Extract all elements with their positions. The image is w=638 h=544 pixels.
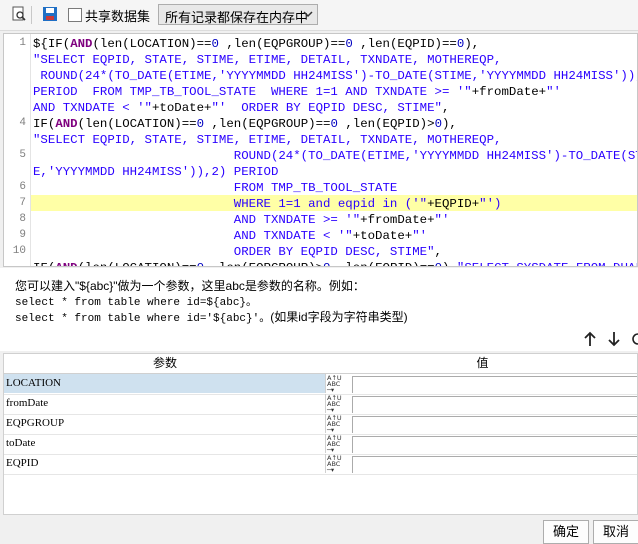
preview-icon[interactable] bbox=[11, 6, 27, 22]
table-row[interactable]: EQPGROUP A↑U ABC ─▾ bbox=[4, 414, 637, 435]
sql-editor[interactable]: 1 4 5 6 7 8 9 10 ${IF(AND(len(LOCATION)=… bbox=[3, 33, 638, 267]
table-row[interactable]: fromDate A↑U ABC ─▾ bbox=[4, 394, 637, 415]
code-line: ROUND(24*(TO_DATE(ETIME,'YYYYMMDD HH24MI… bbox=[33, 149, 638, 163]
hint-example-2: select * from table where id='${abc}'。(如… bbox=[15, 308, 408, 325]
hint-example-1: select * from table where id=${abc}。 bbox=[15, 297, 258, 309]
cancel-button[interactable]: 取消 bbox=[593, 520, 638, 544]
share-dataset-label: 共享数据集 bbox=[85, 9, 151, 24]
code-line: ROUND(24*(TO_DATE(ETIME,'YYYYMMDD HH24MI… bbox=[33, 69, 638, 83]
share-dataset-checkbox[interactable] bbox=[68, 8, 82, 22]
code-line: AND TXNDATE >= '"+fromDate+"' bbox=[33, 213, 450, 227]
line-number: 10 bbox=[12, 245, 26, 257]
line-number: 6 bbox=[19, 181, 26, 193]
code-line: "SELECT EQPID, STATE, STIME, ETIME, DETA… bbox=[33, 53, 502, 67]
save-icon[interactable] bbox=[42, 6, 58, 22]
abc-type-icon[interactable]: A↑U ABC ─▾ bbox=[327, 415, 347, 434]
code-line: AND TXNDATE < '"+toDate+"' ORDER BY EQPI… bbox=[33, 101, 450, 115]
param-name: EQPID bbox=[4, 454, 326, 473]
param-name: fromDate bbox=[4, 394, 326, 413]
code-line: WHERE 1=1 and eqpid in ('"+EQPID+"') bbox=[33, 197, 502, 211]
parameter-table: 参数 值 LOCATION A↑U ABC ─▾ fromDate A↑U ABC ─▾… bbox=[3, 353, 638, 515]
line-number: 1 bbox=[19, 37, 26, 49]
chevron-down-icon bbox=[303, 11, 313, 18]
code-line: ${IF(AND(len(LOCATION)==0 ,len(EQPGROUP)… bbox=[33, 37, 480, 51]
code-line: FROM TMP_TB_TOOL_STATE bbox=[33, 181, 398, 195]
table-row[interactable]: toDate A↑U ABC ─▾ bbox=[4, 434, 637, 455]
ok-button[interactable]: 确定 bbox=[543, 520, 589, 544]
table-row[interactable]: LOCATION A↑U ABC ─▾ bbox=[4, 374, 637, 395]
refresh-icon[interactable] bbox=[630, 331, 638, 347]
column-header-parameter[interactable]: 参数 bbox=[4, 354, 327, 374]
table-row[interactable]: EQPID A↑U ABC ─▾ bbox=[4, 454, 637, 475]
toolbar: 共享数据集 所有记录都保存在内存中 bbox=[0, 0, 638, 31]
line-number: 4 bbox=[19, 117, 26, 129]
line-number: 8 bbox=[19, 213, 26, 225]
toolbar-separator bbox=[31, 6, 32, 24]
abc-type-icon[interactable]: A↑U ABC ─▾ bbox=[327, 375, 347, 394]
code-line: "SELECT EQPID, STATE, STIME, ETIME, DETA… bbox=[33, 133, 502, 147]
param-name: EQPGROUP bbox=[4, 414, 326, 433]
hint-example-2-note: (如果id字段为字符串类型) bbox=[270, 310, 408, 324]
abc-type-icon[interactable]: A↑U ABC ─▾ bbox=[327, 395, 347, 414]
param-name: LOCATION bbox=[4, 374, 326, 393]
line-number: 7 bbox=[19, 197, 26, 209]
line-number: 5 bbox=[19, 149, 26, 161]
parameter-hint-panel: 您可以建入"${abc}"做为一个参数，这里abc是参数的名称。例如： sele… bbox=[0, 268, 638, 351]
param-value-input[interactable] bbox=[352, 376, 637, 393]
column-header-value[interactable]: 值 bbox=[326, 354, 637, 374]
code-line: PERIOD FROM TMP_TB_TOOL_STATE WHERE 1=1 … bbox=[33, 85, 561, 99]
param-value-input[interactable] bbox=[352, 396, 637, 413]
param-value-input[interactable] bbox=[352, 436, 637, 453]
move-down-icon[interactable] bbox=[607, 331, 621, 347]
code-line: ORDER BY EQPID DESC, STIME", bbox=[33, 245, 442, 259]
code-line: IF(AND(len(LOCATION)==0 ,len(EQPGROUP)>0… bbox=[33, 260, 637, 266]
param-name: toDate bbox=[4, 434, 326, 453]
storage-mode-select[interactable]: 所有记录都保存在内存中 bbox=[158, 4, 318, 25]
param-value-input[interactable] bbox=[352, 456, 637, 473]
storage-mode-value: 所有记录都保存在内存中 bbox=[165, 10, 309, 25]
abc-type-icon[interactable]: A↑U ABC ─▾ bbox=[327, 455, 347, 474]
code-line: AND TXNDATE < '"+toDate+"' bbox=[33, 229, 428, 243]
move-up-icon[interactable] bbox=[583, 331, 597, 347]
param-value-input[interactable] bbox=[352, 416, 637, 433]
hint-example-2-code: select * from table where id='${abc}'。 bbox=[15, 313, 271, 325]
hint-text: 您可以建入"${abc}"做为一个参数，这里abc是参数的名称。例如： bbox=[15, 279, 365, 293]
abc-type-icon[interactable]: A↑U ABC ─▾ bbox=[327, 435, 347, 454]
line-number-gutter: 1 4 5 6 7 8 9 10 bbox=[4, 34, 31, 266]
line-number: 9 bbox=[19, 229, 26, 241]
code-line: E,'YYYYMMDD HH24MISS')),2) PERIOD bbox=[33, 165, 279, 179]
code-line: IF(AND(len(LOCATION)==0 ,len(EQPGROUP)==… bbox=[33, 117, 457, 131]
